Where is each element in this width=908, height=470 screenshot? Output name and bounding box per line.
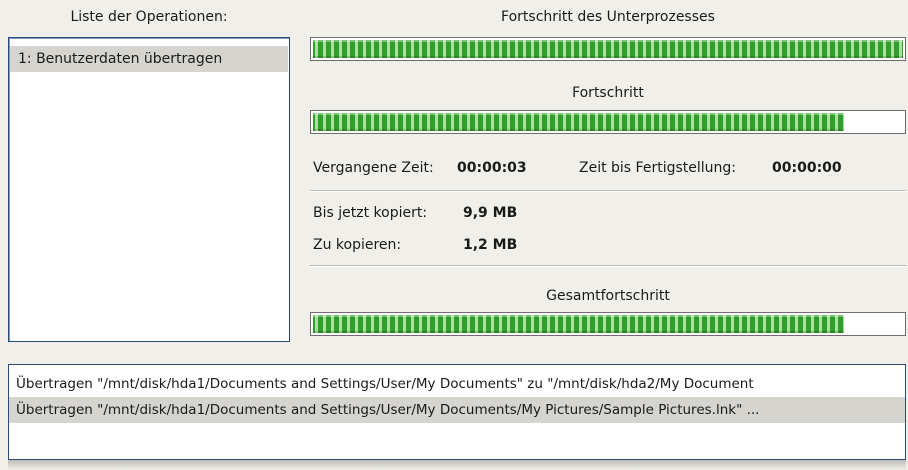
total-progress-fill xyxy=(313,315,844,333)
log-line[interactable]: Übertragen "/mnt/disk/hda1/Documents and… xyxy=(9,397,905,423)
subprocess-progress-bar xyxy=(310,37,906,61)
copied-value: 9,9 MB xyxy=(463,205,518,221)
to-copy-value: 1,2 MB xyxy=(463,237,518,253)
log-shadow xyxy=(8,460,906,470)
subprocess-progress-fill xyxy=(313,40,903,58)
to-copy-label: Zu kopieren: xyxy=(313,237,402,253)
operation-item[interactable]: 1: Benutzerdaten übertragen xyxy=(10,46,288,72)
elapsed-time-value: 00:00:03 xyxy=(457,160,527,176)
elapsed-time-label: Vergangene Zeit: xyxy=(313,160,434,176)
subprocess-progress-title: Fortschritt des Unterprozesses xyxy=(501,9,715,25)
separator xyxy=(310,190,906,192)
total-progress-bar xyxy=(310,312,906,336)
progress-title: Fortschritt xyxy=(572,85,644,101)
progress-bar xyxy=(310,110,906,134)
log-line[interactable]: Übertragen "/mnt/disk/hda1/Documents and… xyxy=(9,371,905,397)
total-progress-title: Gesamtfortschritt xyxy=(546,288,670,304)
progress-fill xyxy=(313,113,844,131)
operations-list-title: Liste der Operationen: xyxy=(70,9,228,25)
remaining-time-label: Zeit bis Fertigstellung: xyxy=(579,160,737,176)
remaining-time-value: 00:00:00 xyxy=(772,160,842,176)
operations-list[interactable]: 1: Benutzerdaten übertragen xyxy=(8,37,290,342)
copied-label: Bis jetzt kopiert: xyxy=(313,205,428,221)
operation-log[interactable]: Übertragen "/mnt/disk/hda1/Documents and… xyxy=(8,364,906,460)
separator xyxy=(310,265,906,267)
